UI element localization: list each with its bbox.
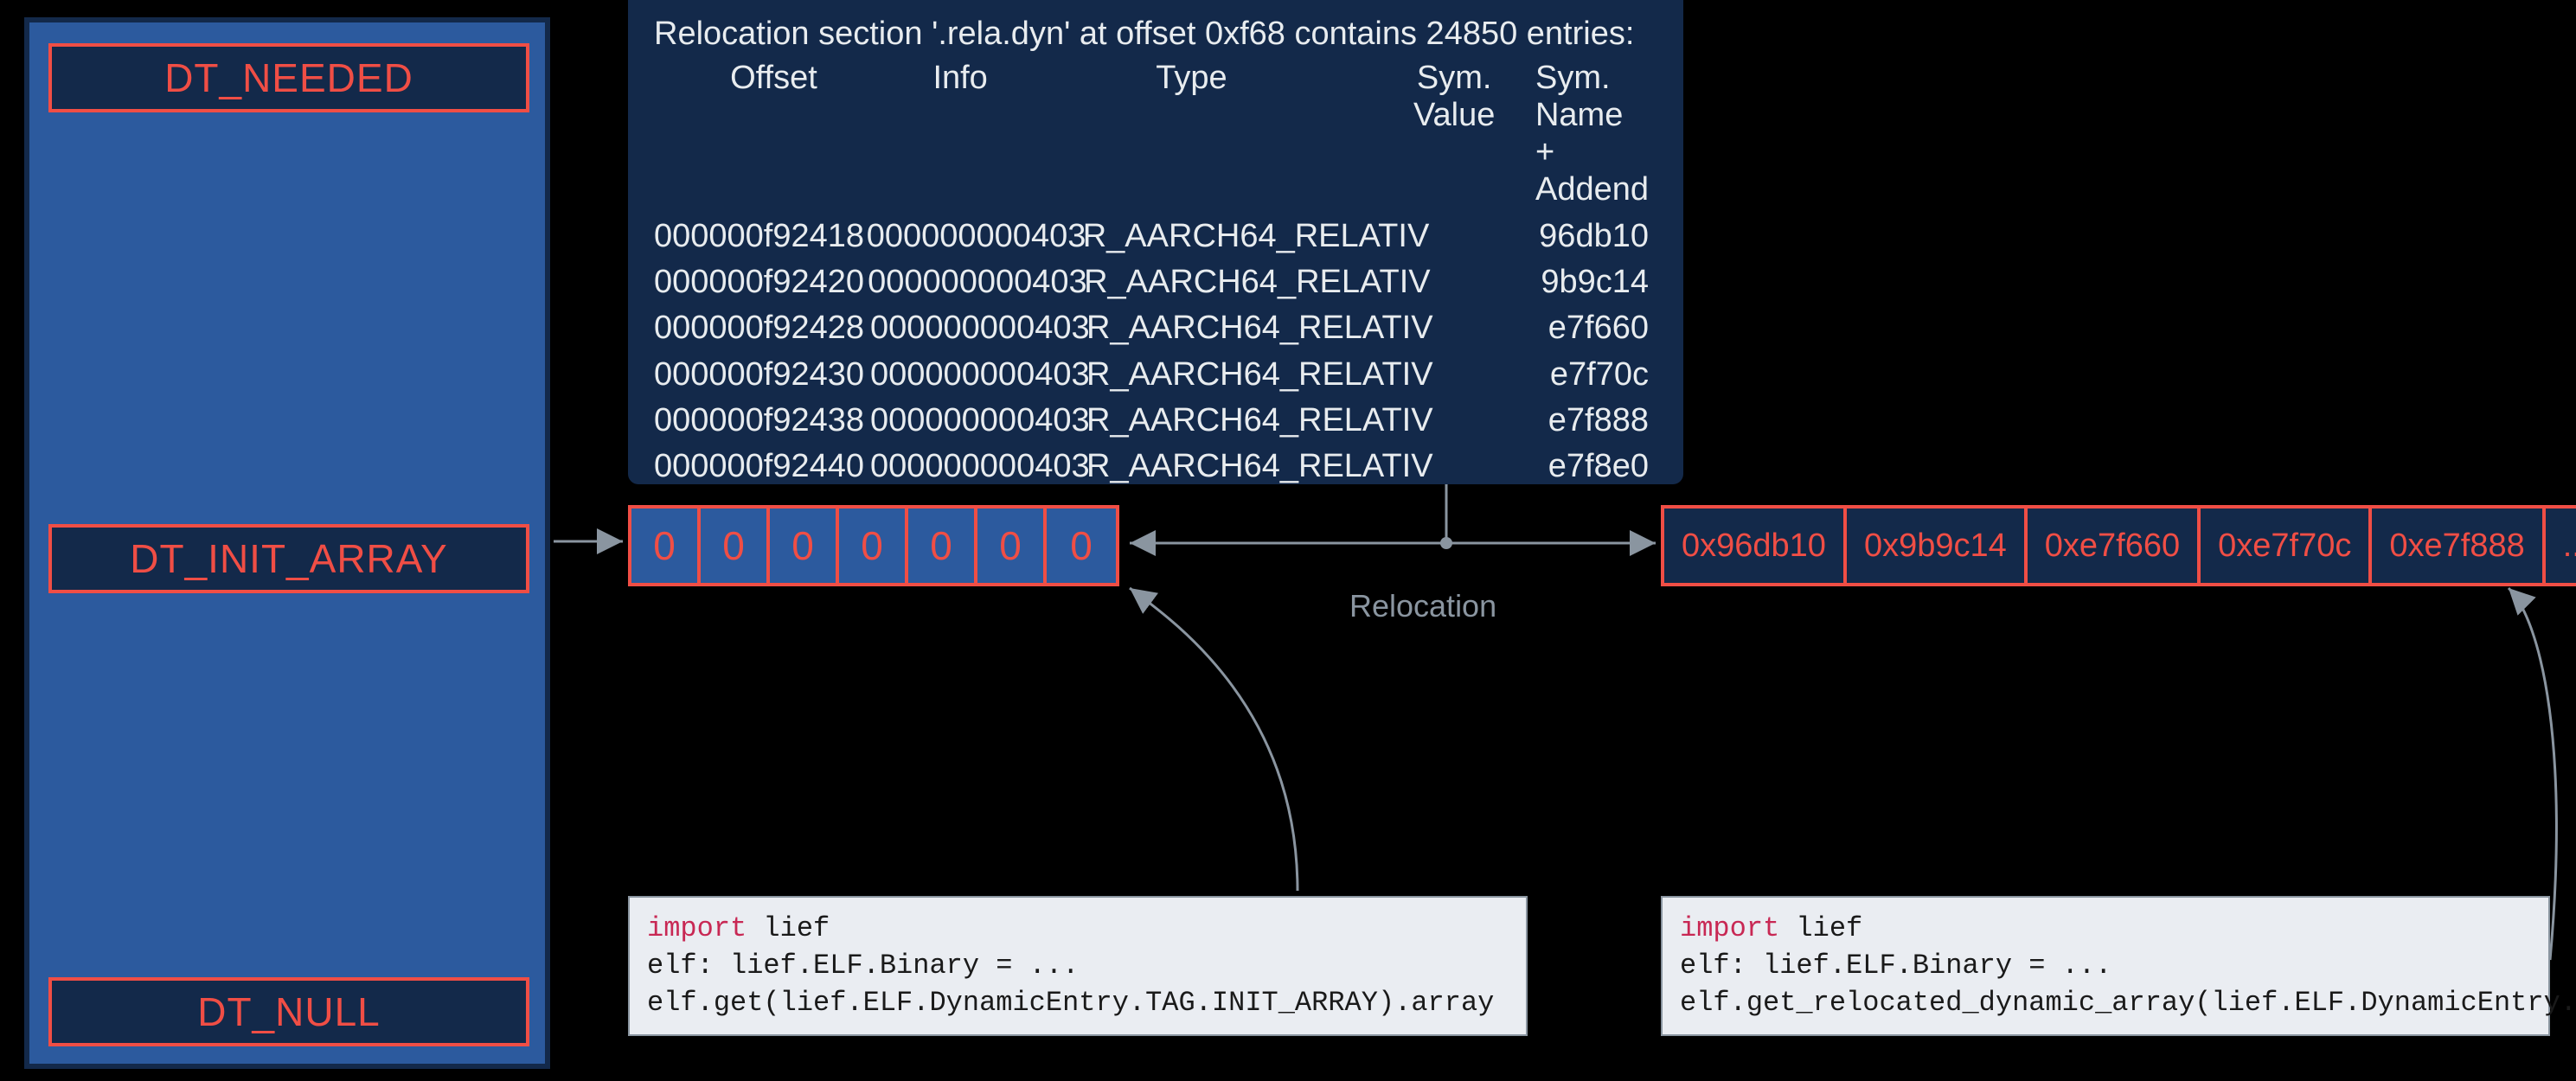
zero-cell: 0 <box>701 509 770 583</box>
reloc-row: 000000f92430000000000403R_AARCH64_RELATI… <box>654 352 1657 398</box>
hex-cell: ... <box>2546 509 2576 583</box>
col-info: Info <box>859 60 1061 208</box>
hex-array: 0x96db100x9b9c140xe7f6600xe7f70c0xe7f888… <box>1661 505 2576 586</box>
reloc-row: 000000f92438000000000403R_AARCH64_RELATI… <box>654 398 1657 444</box>
code-line: elf.get_relocated_dynamic_array(lief.ELF… <box>1680 984 2531 1021</box>
code-line: elf: lief.ELF.Binary = ... <box>647 947 1509 984</box>
zero-cell: 0 <box>631 509 701 583</box>
kw-import: import <box>1680 912 1779 944</box>
reloc-row: 000000f92428000000000403R_AARCH64_RELATI… <box>654 305 1657 351</box>
code-text: lief <box>747 912 830 944</box>
kw-import: import <box>647 912 747 944</box>
col-name: Sym. Name + Addend <box>1535 60 1657 208</box>
dt-needed-entry: DT_NEEDED <box>48 43 529 112</box>
hex-cell: 0xe7f660 <box>2028 509 2201 583</box>
zero-cell: 0 <box>908 509 977 583</box>
relocation-label: Relocation <box>1349 588 1496 624</box>
code-right: import lief elf: lief.ELF.Binary = ... e… <box>1661 896 2550 1036</box>
code-text: lief <box>1779 912 1862 944</box>
reloc-title: Relocation section '.rela.dyn' at offset… <box>654 16 1657 53</box>
dt-null-entry: DT_NULL <box>48 977 529 1046</box>
zero-cell: 0 <box>1047 509 1116 583</box>
zero-cell: 0 <box>839 509 908 583</box>
col-offset: Offset <box>654 60 859 208</box>
reloc-row: 000000f92440000000000403R_AARCH64_RELATI… <box>654 444 1657 489</box>
code-left: import lief elf: lief.ELF.Binary = ... e… <box>628 896 1528 1036</box>
hex-cell: 0x96db10 <box>1664 509 1847 583</box>
code-line: elf.get(lief.ELF.DynamicEntry.TAG.INIT_A… <box>647 984 1509 1021</box>
relocation-dump: Relocation section '.rela.dyn' at offset… <box>628 0 1683 484</box>
hex-cell: 0xe7f888 <box>2372 509 2545 583</box>
hex-cell: 0x9b9c14 <box>1847 509 2028 583</box>
hex-cell: 0xe7f70c <box>2201 509 2372 583</box>
reloc-row: 000000f92420000000000403R_AARCH64_RELATI… <box>654 259 1657 305</box>
zero-array: 0000000 <box>628 505 1119 586</box>
zero-cell: 0 <box>770 509 839 583</box>
code-line: elf: lief.ELF.Binary = ... <box>1680 947 2531 984</box>
col-value: Sym. Value <box>1373 60 1535 208</box>
dynamic-table: DT_NEEDED DT_INIT_ARRAY DT_NULL <box>24 17 550 1069</box>
col-type: Type <box>1061 60 1373 208</box>
reloc-row: 000000f92418000000000403R_AARCH64_RELATI… <box>654 214 1657 259</box>
zero-cell: 0 <box>977 509 1047 583</box>
reloc-header-row: Offset Info Type Sym. Value Sym. Name + … <box>654 60 1657 208</box>
dt-init-array-entry: DT_INIT_ARRAY <box>48 524 529 593</box>
